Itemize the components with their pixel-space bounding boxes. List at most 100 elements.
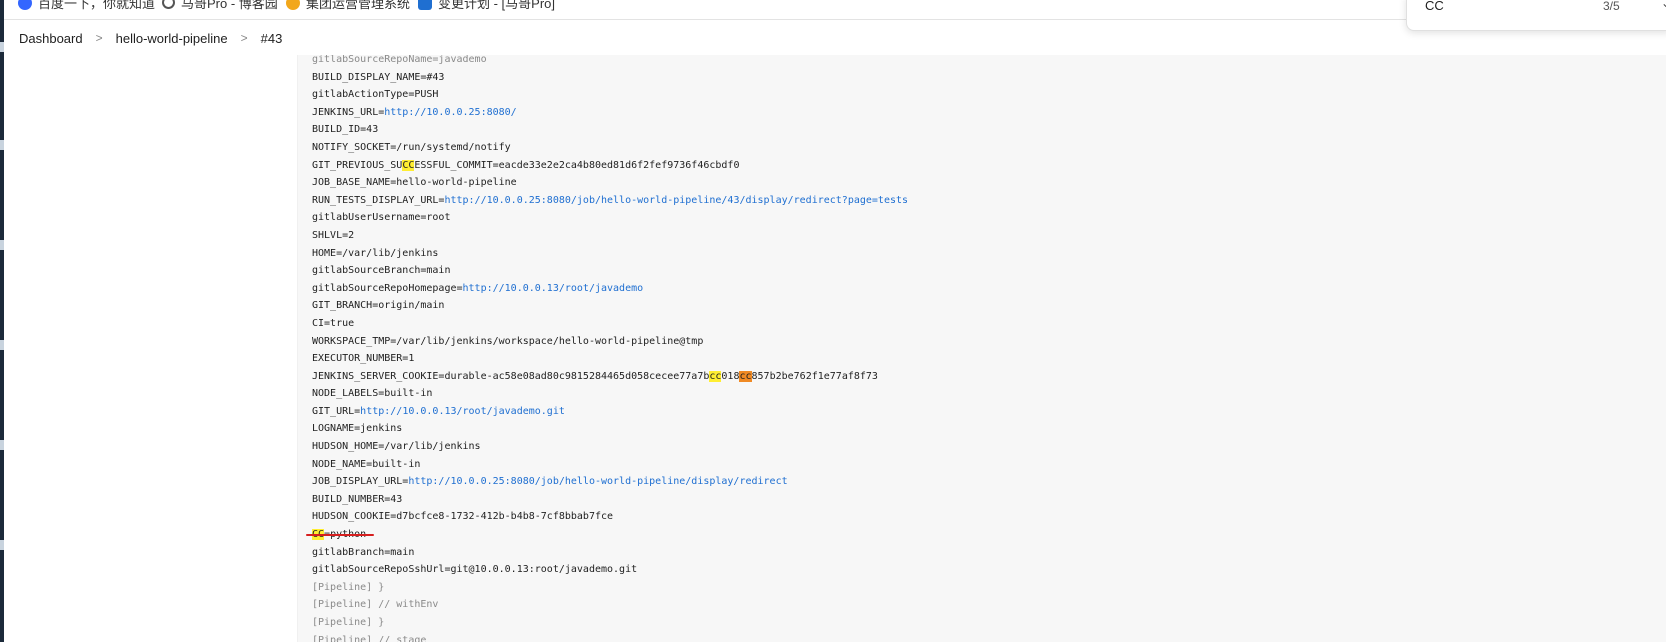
console-text: 018	[721, 370, 740, 382]
console-line: BUILD_NUMBER=43	[312, 491, 908, 509]
console-line: BUILD_ID=43	[312, 121, 908, 139]
breadcrumb-build[interactable]: #43	[261, 31, 283, 46]
console-text: GIT_PREVIOUS_SU	[312, 159, 403, 171]
console-line: gitlabSourceBranch=main	[312, 262, 908, 280]
search-match-highlight: CC	[402, 159, 415, 171]
console-line: GIT_URL=http://10.0.0.13/root/javademo.g…	[312, 403, 908, 421]
console-line: gitlabSourceRepoHomepage=http://10.0.0.1…	[312, 280, 908, 298]
search-icon	[162, 0, 175, 9]
console-link[interactable]: http://10.0.0.25:8080/	[384, 107, 516, 118]
console-line: CI=true	[312, 315, 908, 333]
console-line: [Pipeline] // stage	[312, 632, 908, 642]
console-text: gitlabBranch=main	[312, 546, 415, 558]
console-line: BUILD_DISPLAY_NAME=#43	[312, 69, 908, 87]
console-text: JENKINS_SERVER_COOKIE=durable-ac58e08ad8…	[312, 370, 710, 382]
console-line: HOME=/var/lib/jenkins	[312, 245, 908, 263]
console-line: NODE_NAME=built-in	[312, 456, 908, 474]
console-text: HOME=/var/lib/jenkins	[312, 247, 439, 259]
breadcrumb-job[interactable]: hello-world-pipeline	[116, 31, 228, 46]
console-text: BUILD_ID=43	[312, 124, 379, 136]
console-line: JOB_DISPLAY_URL=http://10.0.0.25:8080/jo…	[312, 473, 908, 491]
find-bar: 3/5 ⌄	[1406, 0, 1666, 31]
console-line: gitlabUserUsername=root	[312, 209, 908, 227]
console-text: BUILD_NUMBER=43	[312, 493, 403, 505]
console-line: NODE_LABELS=built-in	[312, 385, 908, 403]
console-text: [Pipeline] }	[312, 581, 385, 593]
bookmark-label: 马哥Pro - 博客园	[181, 0, 278, 11]
console-text: gitlabSourceRepoName=javademo	[312, 55, 487, 65]
console-text: WORKSPACE_TMP=/var/lib/jenkins/workspace…	[312, 335, 704, 347]
console-text: 857b2be762f1e77af8f73	[751, 370, 878, 382]
bookmark-label: 变更计划 - [马哥Pro]	[438, 0, 556, 11]
bookmark-label: 集团运营管理系统	[306, 0, 411, 11]
console-text: GIT_BRANCH=origin/main	[312, 300, 445, 312]
app-icon	[418, 0, 432, 10]
console-line: HUDSON_HOME=/var/lib/jenkins	[312, 438, 908, 456]
console-line: JENKINS_SERVER_COOKIE=durable-ac58e08ad8…	[312, 368, 908, 386]
console-text: HUDSON_HOME=/var/lib/jenkins	[312, 441, 481, 453]
side-panel	[4, 55, 298, 642]
breadcrumb-dashboard[interactable]: Dashboard	[19, 31, 83, 46]
console-line: [Pipeline] }	[312, 579, 908, 597]
console-line: EXECUTOR_NUMBER=1	[312, 350, 908, 368]
console-line: CC=python	[312, 526, 908, 544]
console-text: JOB_DISPLAY_URL=	[312, 476, 409, 488]
baidu-icon	[18, 0, 32, 10]
console-line: SHLVL=2	[312, 227, 908, 245]
find-input[interactable]	[1425, 0, 1575, 13]
console-text: gitlabActionType=PUSH	[312, 89, 439, 101]
console-line: GIT_BRANCH=origin/main	[312, 297, 908, 315]
console-output[interactable]: gitlabSourceRepoName=javademo BUILD_DISPL…	[298, 55, 1666, 642]
breadcrumb: Dashboard > hello-world-pipeline > #43	[4, 22, 1419, 54]
console-line: GIT_PREVIOUS_SUCCESSFUL_COMMIT=eacde33e2…	[312, 157, 908, 175]
console-line: WORKSPACE_TMP=/var/lib/jenkins/workspace…	[312, 333, 908, 351]
bookmark-ops[interactable]: 集团运营管理系统	[286, 0, 410, 12]
console-text: HUDSON_COOKIE=d7bcfce8-1732-412b-b4b8-7c…	[312, 511, 614, 523]
console-text: gitlabSourceRepoHomepage=	[312, 282, 463, 294]
console-text: LOGNAME=jenkins	[312, 423, 403, 435]
console-line: LOGNAME=jenkins	[312, 420, 908, 438]
console-text: GIT_URL=	[312, 405, 361, 417]
console-line: gitlabActionType=PUSH	[312, 86, 908, 104]
console-line: gitlabBranch=main	[312, 544, 908, 562]
find-match-count: 3/5	[1603, 0, 1620, 13]
console-line: RUN_TESTS_DISPLAY_URL=http://10.0.0.25:8…	[312, 192, 908, 210]
console-line: [Pipeline] // withEnv	[312, 596, 908, 614]
console-line: gitlabSourceRepoName=javademo	[312, 55, 908, 69]
console-link[interactable]: http://10.0.0.13/root/javademo.git	[360, 406, 565, 417]
console-text: [Pipeline] // withEnv	[312, 599, 439, 611]
console-line: JOB_BASE_NAME=hello-world-pipeline	[312, 174, 908, 192]
console-text: gitlabSourceRepoSshUrl=git@10.0.0.13:roo…	[312, 564, 638, 576]
console-text: BUILD_DISPLAY_NAME=#43	[312, 71, 445, 83]
sun-icon	[286, 0, 300, 10]
console-text: gitlabUserUsername=root	[312, 212, 451, 224]
console-line: gitlabSourceRepoSshUrl=git@10.0.0.13:roo…	[312, 561, 908, 579]
console-text: RUN_TESTS_DISPLAY_URL=	[312, 194, 445, 206]
console-link[interactable]: http://10.0.0.13/root/javademo	[463, 283, 644, 294]
console-line: NOTIFY_SOCKET=/run/systemd/notify	[312, 139, 908, 157]
bookmark-label: 百度一下，你就知道	[38, 0, 156, 11]
console-text: SHLVL=2	[312, 229, 355, 241]
bookmark-baidu[interactable]: 百度一下，你就知道	[18, 0, 155, 12]
console-lines: gitlabSourceRepoName=javademo BUILD_DISPL…	[312, 55, 908, 642]
console-line: JENKINS_URL=http://10.0.0.25:8080/	[312, 104, 908, 122]
current-match-highlight: cc	[739, 370, 752, 382]
console-text: [Pipeline] }	[312, 617, 385, 628]
console-text: gitlabSourceBranch=main	[312, 265, 451, 277]
bookmark-change-plan[interactable]: 变更计划 - [马哥Pro]	[418, 0, 555, 12]
console-text: [Pipeline] // stage	[312, 634, 427, 642]
console-text: NODE_NAME=built-in	[312, 458, 421, 470]
console-line: [Pipeline] }	[312, 614, 908, 632]
console-text: NOTIFY_SOCKET=/run/systemd/notify	[312, 141, 511, 153]
console-text: EXECUTOR_NUMBER=1	[312, 353, 415, 365]
console-line: HUDSON_COOKIE=d7bcfce8-1732-412b-b4b8-7c…	[312, 508, 908, 526]
search-match-highlight: cc	[709, 370, 722, 382]
console-link[interactable]: http://10.0.0.25:8080/job/hello-world-pi…	[408, 476, 787, 487]
find-next-icon[interactable]: ⌄	[1661, 0, 1666, 10]
console-text: NODE_LABELS=built-in	[312, 388, 433, 400]
bookmark-blog[interactable]: 马哥Pro - 博客园	[162, 0, 278, 12]
breadcrumb-separator: >	[95, 31, 103, 45]
breadcrumb-separator: >	[240, 31, 248, 45]
console-text: JENKINS_URL=	[312, 106, 385, 118]
console-link[interactable]: http://10.0.0.25:8080/job/hello-world-pi…	[444, 195, 908, 206]
